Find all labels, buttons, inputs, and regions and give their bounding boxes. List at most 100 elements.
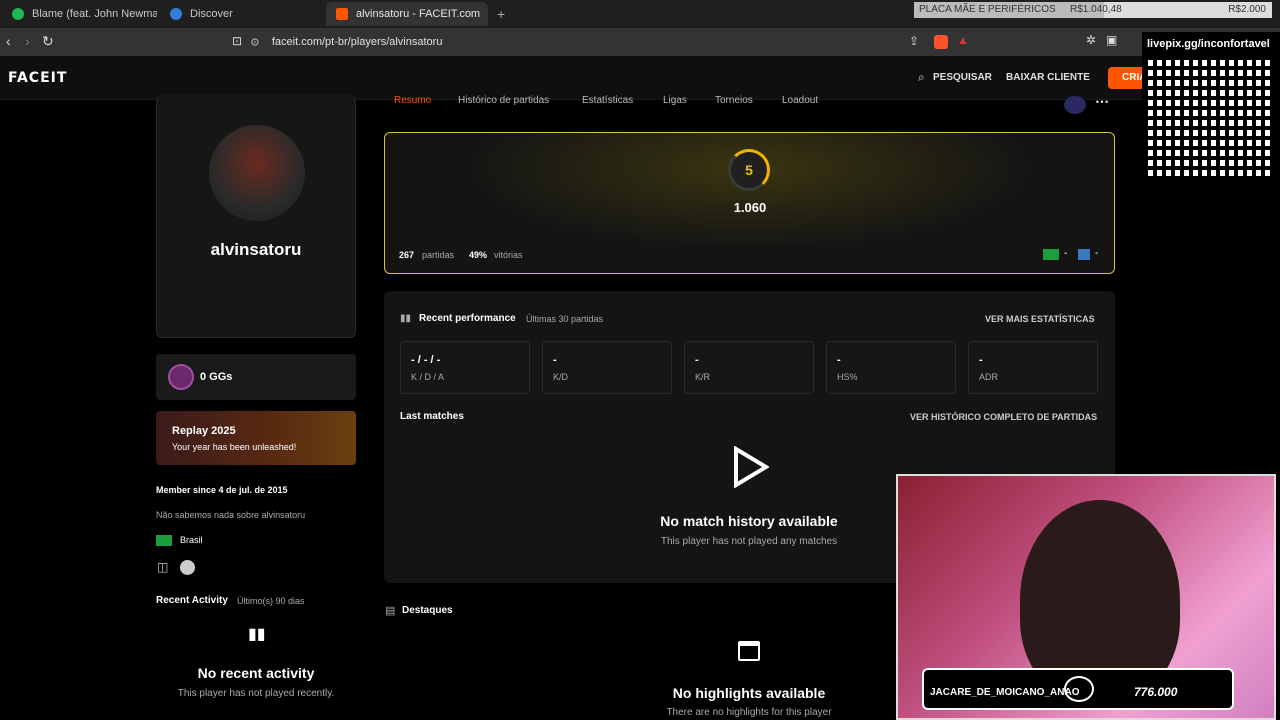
skill-level-badge: 5 [728,149,770,191]
donation-goal-bar: PLACA MÃE E PERIFÉRICOS R$1.040,48 R$2.0… [914,2,1272,18]
elo-value: 1.060 [733,200,767,215]
sidebar-icon[interactable]: ▣ [1106,33,1117,47]
gg-count: 0 GGs [200,371,233,383]
replay-subtitle: Your year has been unleashed! [172,442,297,452]
country-rank: - [1064,248,1068,259]
skill-level: 5 [745,162,753,178]
recent-activity-period: Último(s) 90 dias [237,596,305,606]
no-match-history: No match history available [660,513,838,529]
win-rate: 49% [469,250,488,260]
profile-tabs: Resumo Histórico de partidas Estatística… [384,95,1114,111]
highlights-icon: ▤ [385,605,396,617]
member-since: Member since 4 de jul. de 2015 [156,485,288,495]
twitch-icon[interactable]: ◫ [157,560,168,574]
matches-label: partidas [422,250,455,260]
stat-label: HS% [837,372,858,382]
goal-target: R$2.000 [1228,4,1266,15]
highlights-title: Destaques [402,605,453,616]
tab-summary[interactable]: Resumo [394,95,431,106]
tab-title: alvinsatoru - FACEIT.com [356,8,481,20]
tab-title: Discover [190,8,233,20]
wins-label: vitórias [494,250,523,260]
stat-label: K / D / A [411,372,445,382]
search-icon[interactable]: ⌕ [918,70,925,85]
last-matches-title: Last matches [400,411,464,422]
site-info-icon[interactable]: ⚙ [250,36,260,49]
download-client-link[interactable]: BAIXAR CLIENTE [1006,72,1090,83]
discover-icon [170,8,182,20]
stat-value: - / - / - [411,354,441,366]
bar-chart-icon: ▮▮ [248,626,266,643]
reload-icon[interactable]: ↻ [42,33,54,50]
country: Brasil [180,535,203,545]
spotify-icon [12,8,24,20]
no-highlights-sub: There are no highlights for this player [666,707,832,718]
stat-label: ADR [979,372,999,382]
qr-code [1148,56,1272,176]
clapperboard-icon [738,641,760,661]
region-icon [1078,249,1090,260]
tab-match-history[interactable]: Histórico de partidas [458,95,549,106]
tab-title: Blame (feat. John Newman) • Cal [32,8,157,20]
replay-banner[interactable]: Replay 2025 Your year has been unleashed… [156,411,356,465]
gg-card[interactable]: 0 GGs [156,354,356,400]
stat-value: - [695,354,699,366]
brave-shield-icon[interactable] [934,35,948,49]
see-more-stats-link[interactable]: VER MAIS ESTATÍSTICAS [985,314,1095,324]
new-tab-icon[interactable]: + [497,6,505,22]
username: alvinsatoru [210,240,302,259]
steam-icon[interactable] [180,560,195,575]
full-history-link[interactable]: VER HISTÓRICO COMPLETO DE PARTIDAS [910,412,1097,422]
recent-activity-title: Recent Activity [156,595,228,606]
url-text: faceit.com/pt-br/players/alvinsatoru [271,36,443,48]
replay-title: Replay 2025 [172,425,236,437]
gg-icon [168,364,194,390]
tab-leagues[interactable]: Ligas [663,95,687,106]
no-highlights: No highlights available [672,685,826,701]
stat-card: - HS% [826,341,956,394]
performance-title: Recent performance [419,313,516,324]
badge-avatar-icon [1064,676,1094,702]
play-icon [734,446,769,488]
rank-badge-icon [1064,96,1086,114]
badge-right-text: 776.000 [1134,685,1178,699]
stat-label: K/D [553,372,569,382]
performance-subtitle: Últimas 30 partidas [526,314,604,324]
stat-card: - K/R [684,341,814,394]
region-rank: - [1095,248,1099,259]
more-options-icon[interactable]: ⋯ [1095,93,1109,110]
stat-label: K/R [695,372,711,382]
brazil-flag-icon [1043,249,1059,260]
browser-tab[interactable]: Blame (feat. John Newman) • Cal [2,2,157,26]
stat-value: - [553,354,557,366]
tab-statistics[interactable]: Estatísticas [582,95,633,106]
bio: Não sabemos nada sobre alvinsatoru [156,510,306,520]
faceit-logo[interactable]: FACEIT [8,70,67,86]
avatar [209,125,305,221]
tab-tournaments[interactable]: Torneios [715,95,753,106]
forward-icon[interactable]: › [25,33,30,49]
bookmark-icon[interactable]: ⊡ [232,34,242,48]
back-icon[interactable]: ‹ [6,33,11,49]
brave-rewards-icon[interactable]: ▲ [957,33,969,47]
tab-loadout[interactable]: Loadout [782,95,818,106]
matches-count: 267 [399,250,415,260]
search-link[interactable]: PESQUISAR [933,72,992,83]
url-field[interactable]: ⚙ faceit.com/pt-br/players/alvinsatoru [250,32,970,52]
no-recent-activity: No recent activity [197,665,315,681]
badge-left-text: JACARE_DE_MOICANO_ANAO [930,687,1080,698]
extensions-icon[interactable]: ✲ [1086,33,1096,47]
brazil-flag-icon [156,535,172,546]
stat-card: - K/D [542,341,672,394]
browser-tab[interactable]: Discover [160,2,320,26]
chart-icon: ▮▮ [400,313,412,324]
goal-current: R$1.040,48 [1070,4,1122,15]
share-icon[interactable]: ⇪ [909,34,919,48]
qr-label: livepix.gg/inconfortavel [1147,38,1270,50]
browser-tab-active[interactable]: alvinsatoru - FACEIT.com ✕ [326,2,488,26]
no-match-history-sub: This player has not played any matches [660,536,838,547]
stat-value: - [979,354,983,366]
stat-value: - [837,354,841,366]
no-recent-activity-sub: This player has not played recently. [177,688,335,699]
stream-name-badge: JACARE_DE_MOICANO_ANAO 776.000 [922,668,1234,710]
